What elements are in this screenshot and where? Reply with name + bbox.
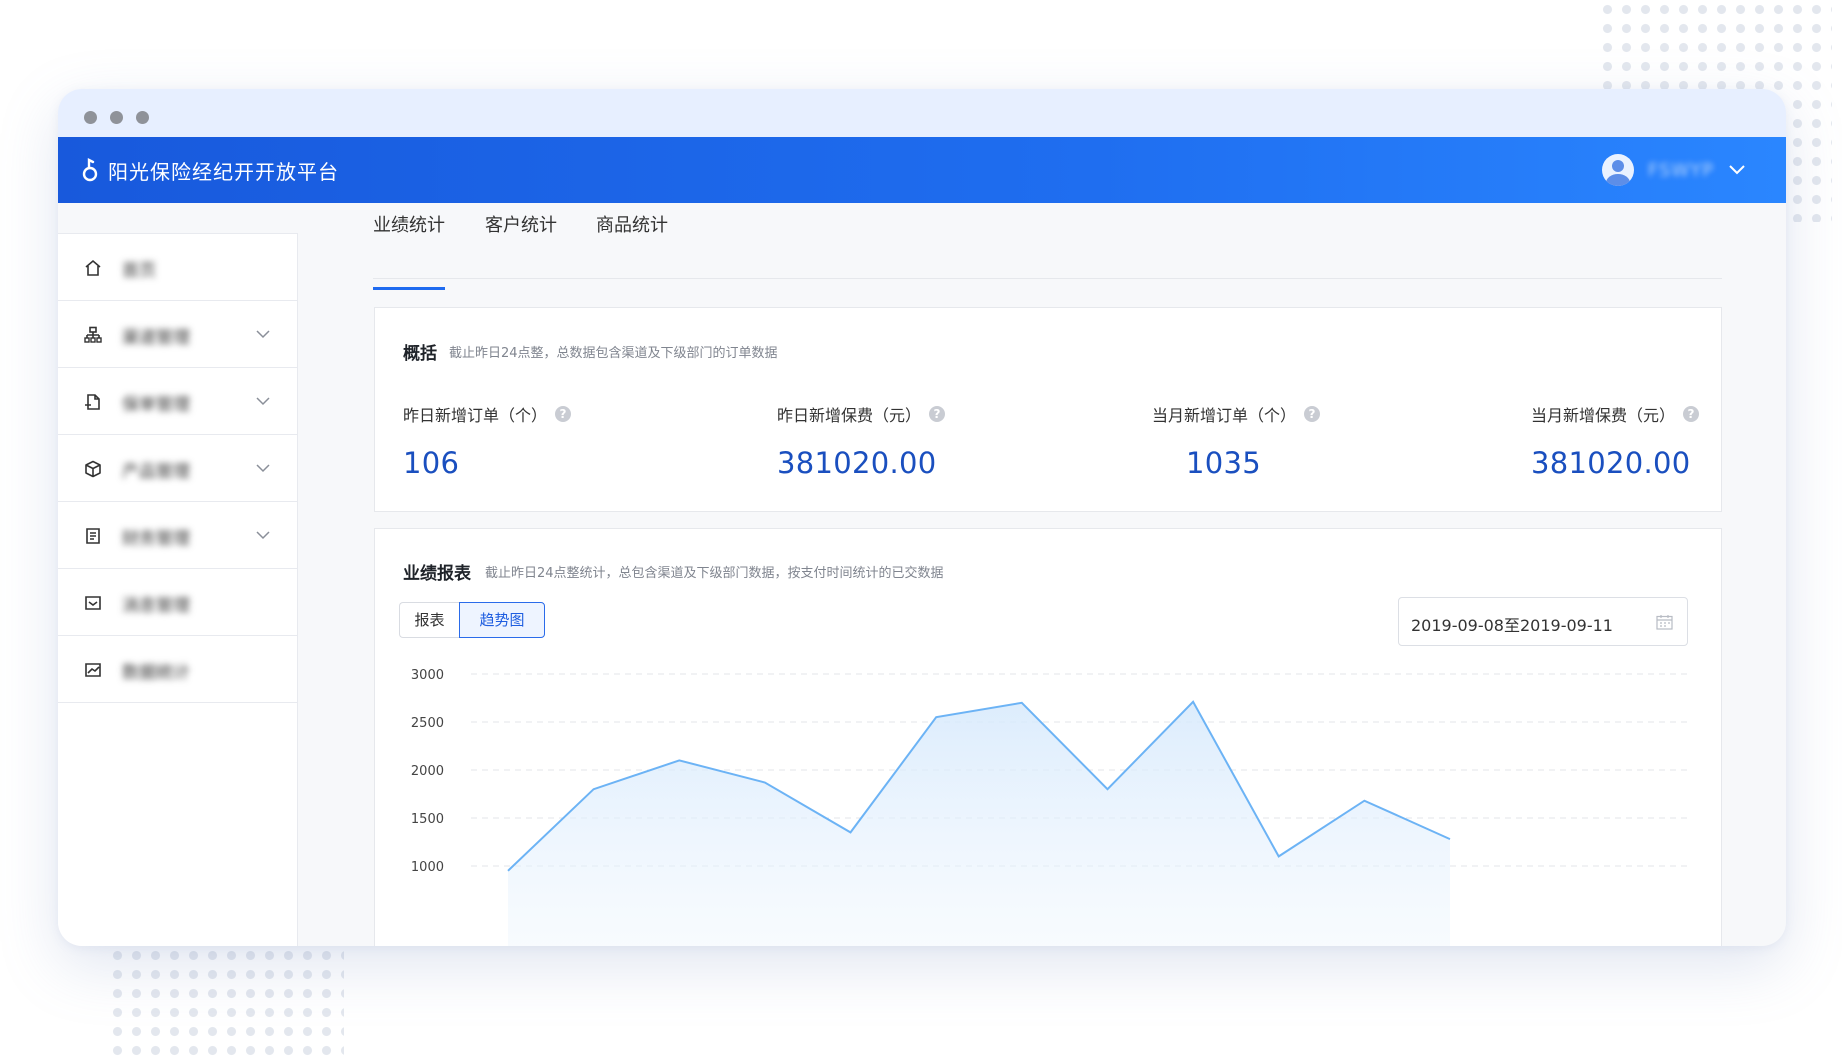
report-subtitle: 截止昨日24点整统计，总包含渠道及下级部门数据，按支付时间统计的已交数据	[485, 566, 944, 581]
stat-label-yesterday-orders: 昨日新增订单（个） ?	[403, 402, 572, 426]
chevron-down-icon	[256, 464, 270, 473]
overview-title: 概括	[403, 344, 437, 364]
window-dot-icon	[84, 111, 97, 124]
sidebar-item-label: 首页	[122, 261, 156, 281]
message-icon	[85, 596, 101, 610]
stat-label-month-orders: 当月新增订单（个） ?	[1152, 402, 1321, 426]
stat-value-yesterday-orders: 106	[403, 446, 460, 480]
date-range-value: 2019-09-08至2019-09-11	[1411, 616, 1613, 635]
brand[interactable]: 阳光保险经纪开开放平台	[82, 137, 339, 203]
y-tick-label: 3000	[411, 668, 444, 683]
sidebar-item-label: 财务管理	[122, 529, 190, 549]
chevron-down-icon	[256, 397, 270, 406]
sidebar-item-channels[interactable]: 渠道管理	[58, 301, 297, 368]
sidebar-item-statistics[interactable]: 数据统计	[58, 636, 297, 703]
stat-value-yesterday-premium: 381020.00	[777, 446, 937, 480]
user-name: FSWYP	[1647, 159, 1714, 181]
cube-icon	[85, 460, 101, 478]
sidebar-item-label: 保单管理	[122, 395, 190, 415]
stat-value-month-orders: 1035	[1186, 446, 1262, 480]
trend-chart-icon	[85, 663, 101, 677]
y-tick-label: 2500	[411, 716, 444, 731]
stat-value-month-premium: 381020.00	[1531, 446, 1691, 480]
sidebar-item-label: 消息管理	[122, 596, 190, 616]
overview-card: 概括 截止昨日24点整，总数据包含渠道及下级部门的订单数据 昨日新增订单（个） …	[374, 307, 1722, 512]
chevron-down-icon	[256, 531, 270, 540]
document-icon	[85, 394, 100, 410]
stat-label-yesterday-premium: 昨日新增保费（元） ?	[777, 402, 946, 426]
sidebar: 首页 渠道管理 保单管理 产品管理 财务管理 消息管理 数据统计	[58, 233, 298, 946]
sidebar-item-finance[interactable]: 财务管理	[58, 502, 297, 569]
top-app-bar: 阳光保险经纪开开放平台 FSWYP	[58, 137, 1786, 203]
report-card: 业绩报表 截止昨日24点整统计，总包含渠道及下级部门数据，按支付时间统计的已交数…	[374, 528, 1722, 946]
decorative-dot-grid	[108, 946, 344, 1060]
user-menu[interactable]: FSWYP	[1601, 137, 1746, 203]
window-dot-icon	[110, 111, 123, 124]
chevron-down-icon	[1729, 165, 1745, 175]
sidebar-item-products[interactable]: 产品管理	[58, 435, 297, 502]
help-icon[interactable]: ?	[1683, 406, 1700, 422]
sidebar-item-messages[interactable]: 消息管理	[58, 569, 297, 636]
tab-performance[interactable]: 业绩统计	[373, 211, 445, 237]
tab-products[interactable]: 商品统计	[596, 211, 668, 237]
calendar-icon	[1656, 615, 1673, 630]
report-title: 业绩报表	[403, 564, 471, 584]
y-tick-label: 1500	[411, 812, 444, 827]
tab-customers[interactable]: 客户统计	[485, 211, 557, 237]
view-trend-button[interactable]: 趋势图	[459, 602, 545, 638]
help-icon[interactable]: ?	[929, 406, 946, 422]
stat-label-month-premium: 当月新增保费（元） ?	[1531, 402, 1700, 426]
sidebar-item-home[interactable]: 首页	[58, 234, 297, 301]
help-icon[interactable]: ?	[1304, 406, 1321, 422]
active-tab-indicator	[373, 287, 445, 290]
window-dot-icon	[136, 111, 149, 124]
home-icon	[85, 259, 101, 276]
app-window: 阳光保险经纪开开放平台 FSWYP 首页 渠道管理 保单管理 产品管理 财务管理…	[58, 89, 1786, 946]
series-area	[508, 701, 1450, 946]
view-table-button[interactable]: 报表	[399, 602, 459, 638]
window-titlebar	[58, 89, 1786, 137]
sidebar-item-label: 产品管理	[122, 462, 190, 482]
brand-title: 阳光保险经纪开开放平台	[108, 159, 339, 184]
overview-subtitle: 截止昨日24点整，总数据包含渠道及下级部门的订单数据	[449, 346, 778, 361]
brand-logo-icon	[82, 158, 98, 182]
y-tick-label: 2000	[411, 764, 444, 779]
tab-bar	[373, 203, 1722, 279]
help-icon[interactable]: ?	[555, 406, 572, 422]
date-range-picker[interactable]: 2019-09-08至2019-09-11	[1398, 597, 1688, 646]
sidebar-item-policies[interactable]: 保单管理	[58, 368, 297, 435]
sidebar-item-label: 数据统计	[122, 663, 190, 683]
avatar	[1601, 154, 1634, 186]
trend-chart: 3000 2500 2000 1500 1000	[411, 668, 1687, 946]
chevron-down-icon	[256, 330, 270, 339]
sidebar-item-label: 渠道管理	[122, 328, 190, 348]
y-tick-label: 1000	[411, 860, 444, 875]
file-list-icon	[86, 528, 100, 544]
org-chart-icon	[84, 326, 102, 343]
